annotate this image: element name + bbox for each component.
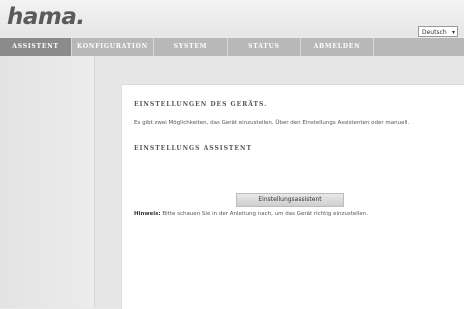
main-area: EINSTELLUNGEN DES GERÄTS. Es gibt zwei M… [0, 56, 464, 309]
section-heading-device-settings: EINSTELLUNGEN DES GERÄTS. [134, 101, 268, 108]
language-select[interactable]: Deutsch ▾ [418, 26, 458, 37]
hint-text: Hinweis: Bitte schauen Sie in der Anleit… [134, 211, 368, 217]
tab-assistent[interactable]: ASSISTENT [0, 38, 72, 56]
tab-system[interactable]: SYSTEM [154, 38, 228, 56]
header: hama. Deutsch ▾ [0, 0, 464, 37]
chevron-down-icon: ▾ [451, 29, 455, 36]
tab-status[interactable]: STATUS [228, 38, 301, 56]
tab-konfiguration[interactable]: KONFIGURATION [72, 38, 154, 56]
intro-text: Es gibt zwei Möglichkeiten, das Gerät ei… [134, 120, 410, 126]
content-panel: EINSTELLUNGEN DES GERÄTS. Es gibt zwei M… [121, 84, 464, 309]
main-nav: ASSISTENT KONFIGURATION SYSTEM STATUS AB… [0, 38, 464, 56]
hama-logo: hama. [7, 4, 85, 30]
tab-abmelden[interactable]: ABMELDEN [301, 38, 374, 56]
hint-message: Bitte schauen Sie in der Anleitung nach,… [160, 211, 368, 217]
sidebar [0, 56, 95, 308]
hint-label: Hinweis: [134, 211, 161, 217]
language-select-value: Deutsch [422, 29, 447, 36]
setup-assistant-button[interactable]: Einstellungsassistent [236, 193, 344, 207]
section-heading-assistant: EINSTELLUNGS ASSISTENT [134, 145, 252, 152]
